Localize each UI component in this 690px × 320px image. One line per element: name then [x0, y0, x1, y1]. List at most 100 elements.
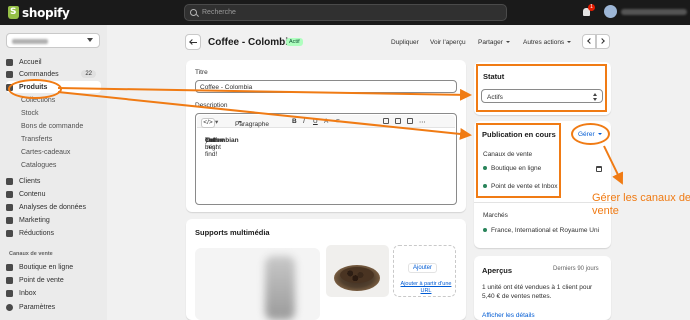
- image-icon[interactable]: [395, 118, 401, 124]
- sidebar-item-customers[interactable]: Clients: [6, 175, 101, 187]
- annotation-ellipse-manage: [571, 123, 610, 145]
- align-button[interactable]: ≡: [336, 118, 340, 125]
- sidebar-item-home[interactable]: Accueil: [6, 56, 101, 68]
- chevron-down-icon: [505, 41, 510, 44]
- sidebar-item-label: Marketing: [19, 216, 50, 224]
- sidebar-item-label: Transferts: [21, 135, 53, 143]
- more-formatting-icon[interactable]: ⋯: [419, 118, 426, 126]
- top-bar: shopify Recherche 1: [0, 0, 690, 25]
- store-name-blurred: [12, 39, 48, 44]
- store-icon: [6, 263, 13, 271]
- avatar[interactable]: [604, 5, 617, 18]
- sidebar-item-gift-cards[interactable]: Cartes-cadeaux: [6, 146, 101, 158]
- sidebar-item-label: Accueil: [19, 58, 42, 66]
- notification-badge: 1: [588, 4, 595, 11]
- active-dot-icon: [483, 228, 487, 233]
- title-input[interactable]: Coffee - Colombia: [195, 80, 457, 93]
- underline-button[interactable]: U: [313, 118, 318, 125]
- sidebar-item-purchase-orders[interactable]: Bons de commande: [6, 120, 101, 132]
- home-icon: [6, 58, 13, 66]
- editor-toolbar: ✦ ▾ Paragraphe B I U A ≡ ⋯ </>: [197, 115, 455, 128]
- sidebar-item-label: Boutique en ligne: [19, 263, 74, 271]
- sidebar-item-label: Bons de commande: [21, 122, 84, 130]
- page-title: Coffee - Colombia: [208, 37, 294, 48]
- preview-button[interactable]: Voir l'aperçu: [430, 39, 466, 46]
- search-input[interactable]: Recherche: [184, 4, 507, 21]
- insights-period: Derniers 90 jours: [553, 266, 599, 272]
- more-actions-label: Autres actions: [523, 39, 565, 46]
- sidebar-item-inbox[interactable]: Inbox: [6, 287, 101, 299]
- store-selector[interactable]: [6, 33, 100, 48]
- chevron-down-icon: [567, 41, 572, 44]
- gear-icon: [6, 303, 13, 311]
- media-image-blurred[interactable]: [195, 248, 320, 320]
- chevron-down-icon: [87, 38, 93, 42]
- next-product-button[interactable]: [596, 34, 610, 49]
- sidebar-item-catalogs[interactable]: Catalogues: [6, 159, 101, 171]
- coffee-beans-image[interactable]: [326, 245, 389, 297]
- sidebar: Accueil Commandes 22 Produits Collections…: [0, 25, 107, 320]
- inbox-icon: [6, 289, 13, 297]
- sidebar-item-label: Clients: [19, 177, 41, 185]
- discount-icon: [6, 229, 13, 237]
- coffee-beans: [340, 267, 374, 283]
- add-media-button[interactable]: Ajouter: [408, 263, 438, 273]
- chart-icon: [6, 203, 13, 211]
- sidebar-item-marketing[interactable]: Marketing: [6, 214, 101, 226]
- sidebar-item-point-of-sale[interactable]: Point de vente: [6, 274, 101, 286]
- share-menu-button[interactable]: Partager: [478, 39, 510, 46]
- video-icon[interactable]: [407, 118, 413, 124]
- back-button[interactable]: [185, 34, 201, 50]
- description-part: you might find!: [205, 137, 221, 158]
- sidebar-item-label: Inbox: [19, 289, 37, 297]
- orders-icon: [6, 70, 13, 78]
- sidebar-item-orders[interactable]: Commandes 22: [6, 68, 101, 80]
- sidebar-item-label: Analyses de données: [19, 203, 86, 211]
- annotation-box-publication: [476, 123, 561, 198]
- search-icon: [190, 9, 197, 16]
- product-details-card: Titre Coffee - Colombia Description ✦ ▾ …: [186, 60, 466, 212]
- link-icon[interactable]: [383, 118, 389, 124]
- logo-text: shopify: [22, 5, 70, 20]
- markets-value: France, International et Royaume Uni: [491, 227, 600, 234]
- sidebar-item-settings[interactable]: Paramètres: [6, 301, 101, 313]
- bold-button[interactable]: B: [292, 118, 297, 125]
- sidebar-item-label: Catalogues: [21, 161, 57, 169]
- text-color-button[interactable]: A: [324, 118, 328, 125]
- annotation-box-status: [476, 64, 607, 112]
- insights-details-link[interactable]: Afficher les détails: [482, 312, 535, 319]
- sidebar-item-stock[interactable]: Stock: [6, 107, 101, 119]
- sidebar-item-online-store[interactable]: Boutique en ligne: [6, 261, 101, 273]
- sidebar-item-content[interactable]: Contenu: [6, 188, 101, 200]
- previous-product-button[interactable]: [582, 34, 596, 49]
- shopify-bag-icon: [8, 6, 19, 19]
- chevron-left-icon: [587, 38, 593, 44]
- more-actions-button[interactable]: Autres actions: [523, 39, 572, 46]
- annotation-text: Gérer les canaux de vente: [592, 192, 690, 217]
- sidebar-item-label: Stock: [21, 109, 39, 117]
- description-label: Description: [195, 102, 228, 109]
- duplicate-button[interactable]: Dupliquer: [391, 39, 419, 46]
- sidebar-item-label: Cartes-cadeaux: [21, 148, 71, 156]
- account-name-blurred[interactable]: [621, 9, 687, 15]
- ai-menu-chevron-icon[interactable]: ▾: [215, 118, 218, 126]
- shopify-logo[interactable]: shopify: [8, 5, 70, 20]
- insights-text: 1 unité ont été vendues à 1 client pour …: [482, 284, 593, 300]
- sidebar-item-label: Contenu: [19, 190, 46, 198]
- sidebar-item-transfers[interactable]: Transferts: [6, 133, 101, 145]
- show-html-button[interactable]: </>: [201, 118, 215, 128]
- title-label: Titre: [195, 69, 208, 76]
- share-label: Partager: [478, 39, 503, 46]
- chevron-down-icon: [238, 121, 242, 123]
- content-icon: [6, 190, 13, 198]
- sidebar-item-analytics[interactable]: Analyses de données: [6, 201, 101, 213]
- italic-button[interactable]: I: [303, 118, 305, 125]
- markets-label: Marchés: [483, 212, 508, 219]
- sidebar-item-label: Réductions: [19, 229, 55, 237]
- description-editor[interactable]: ✦ ▾ Paragraphe B I U A ≡ ⋯ </> The best …: [195, 113, 457, 205]
- sidebar-item-discounts[interactable]: Réductions: [6, 227, 101, 239]
- calendar-icon[interactable]: [596, 166, 602, 172]
- add-from-url-link[interactable]: Ajouter à partir d'une URL: [396, 281, 456, 295]
- annotation-ellipse-products: [8, 79, 62, 99]
- search-placeholder: Recherche: [202, 9, 236, 16]
